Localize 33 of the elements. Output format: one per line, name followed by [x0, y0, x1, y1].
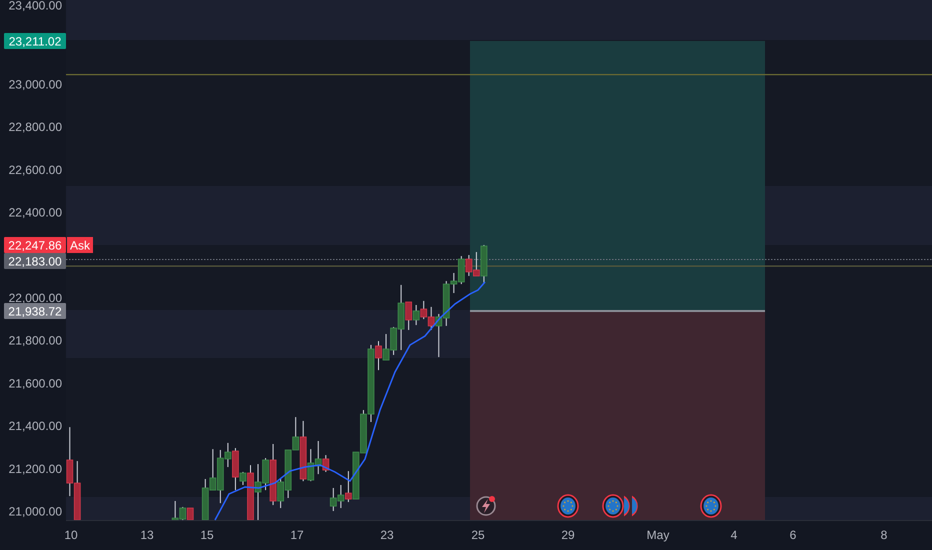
ask-tag: Ask — [67, 237, 93, 253]
price-tag: 21,938.72 — [4, 303, 66, 319]
flag-circle-icon[interactable] — [632, 496, 638, 516]
price-axis-label: 22,800.00 — [8, 120, 62, 134]
time-axis-label: 15 — [200, 528, 214, 542]
time-axis-label: 8 — [880, 528, 888, 542]
price-tag: 23,211.02 — [4, 33, 66, 49]
price-axis-label: 23,000.00 — [8, 78, 62, 92]
price-tag: 22,183.00 — [4, 253, 66, 269]
flag-circle-icon[interactable] — [602, 494, 624, 518]
flag-circle-icon[interactable] — [557, 494, 579, 518]
price-axis-label: 21,000.00 — [8, 504, 62, 519]
price-axis-label: 21,600.00 — [8, 376, 62, 390]
time-axis-label: 23 — [380, 528, 394, 542]
price-axis-label: 22,000.00 — [8, 291, 62, 306]
time-axis-label: 13 — [140, 528, 154, 542]
flag-circle-icon[interactable] — [700, 494, 722, 518]
price-axis-label: 22,400.00 — [8, 206, 62, 220]
time-axis-label: May — [646, 528, 670, 542]
lightning-icon[interactable] — [476, 496, 496, 516]
time-axis-label: 17 — [290, 528, 304, 542]
time-axis-label: 6 — [790, 528, 796, 542]
price-tag: 22,247.86 — [4, 237, 66, 253]
flag-circle-icon[interactable] — [624, 496, 630, 516]
time-axis-label: 29 — [561, 528, 575, 542]
time-axis-label: 4 — [730, 528, 738, 542]
price-axis-label: 21,400.00 — [8, 419, 62, 434]
time-axis-label: 25 — [471, 528, 485, 542]
price-axis-label: 21,200.00 — [8, 462, 62, 476]
time-axis-label: 10 — [64, 528, 78, 542]
price-axis-label: 23,400.00 — [8, 0, 62, 12]
price-axis-label: 21,800.00 — [8, 334, 62, 348]
price-axis-label: 22,600.00 — [8, 162, 62, 177]
